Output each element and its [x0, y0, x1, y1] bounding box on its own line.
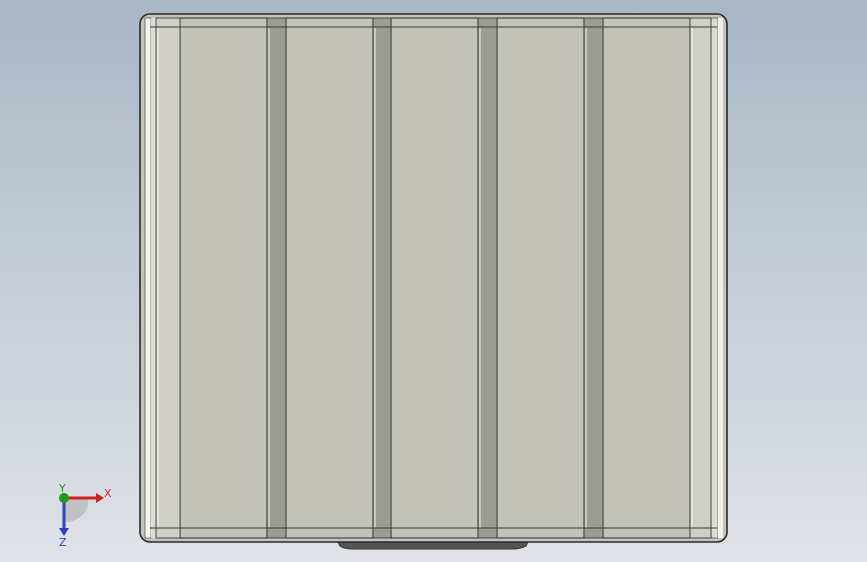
z-arrowhead-icon [59, 528, 69, 536]
coordinate-triad: X Y Z [58, 482, 112, 549]
groove-3 [372, 17, 392, 539]
right-edge-highlight [718, 18, 723, 538]
right-edge-shade [710, 17, 719, 539]
left-edge-highlight [144, 17, 152, 539]
z-axis-label: Z [59, 536, 67, 549]
x-arrowhead-icon [96, 493, 104, 503]
fin-face-4[interactable] [496, 17, 585, 539]
fin-face-2[interactable] [285, 17, 374, 539]
groove-2 [266, 17, 287, 539]
x-axis-label: X [104, 487, 112, 500]
groove-4 [477, 17, 498, 539]
extrusion-model[interactable] [0, 0, 867, 562]
fin-face-1[interactable] [179, 17, 268, 539]
fin-face-5[interactable] [602, 17, 691, 539]
left-edge-shade [151, 18, 156, 538]
graphics-viewport[interactable]: X Y Z [0, 0, 867, 562]
triad-shadow-icon [64, 498, 89, 522]
groove-1 [155, 17, 181, 539]
fins-layer [179, 17, 691, 539]
y-axis-label: Y [58, 482, 66, 495]
groove-6 [689, 17, 712, 539]
groove-5 [583, 17, 604, 539]
fin-face-3[interactable] [390, 17, 479, 539]
